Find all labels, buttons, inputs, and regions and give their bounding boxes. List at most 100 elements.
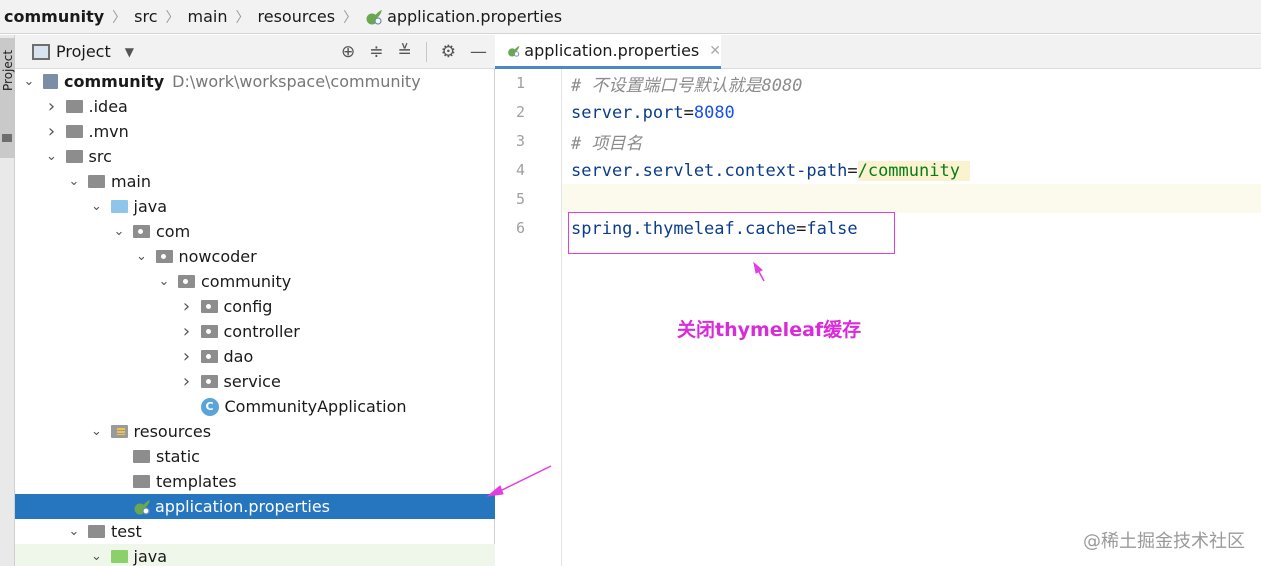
chevron-down-icon[interactable]: ⌄ (21, 74, 37, 89)
chevron-down-icon[interactable]: ⌄ (66, 524, 82, 539)
tree-item[interactable]: › controller (15, 319, 495, 344)
chevron-right-icon[interactable]: › (179, 321, 195, 342)
tree-item[interactable]: ⌄ resources (15, 419, 495, 444)
tree-item-label: java (133, 547, 168, 566)
chevron-right-icon[interactable]: › (179, 346, 195, 367)
tree-item[interactable]: › dao (15, 344, 495, 369)
collapse-all-icon[interactable]: ≚ (398, 42, 412, 62)
minimize-icon[interactable]: — (470, 42, 487, 62)
code-line[interactable]: server.servlet.context-path =/community (571, 156, 970, 185)
chevron-right-icon: 〉 (165, 9, 180, 26)
folder-icon (110, 200, 128, 213)
gear-icon[interactable]: ⚙ (441, 42, 456, 62)
tree-item-label: config (223, 297, 273, 316)
breadcrumb-label: src (134, 7, 158, 26)
spring-properties-icon (134, 499, 150, 515)
tree-item[interactable]: application.properties (15, 494, 495, 519)
code-token: = (683, 102, 694, 123)
chevron-right-icon: 〉 (112, 9, 127, 26)
close-icon[interactable]: ✕ (709, 43, 721, 59)
project-tool-tab[interactable]: Project (0, 38, 15, 158)
code-token: # 项目名 (571, 134, 643, 154)
chevron-right-icon[interactable]: › (44, 121, 60, 142)
tree-item-label: service (223, 372, 281, 391)
chevron-down-icon[interactable]: ⌄ (156, 274, 172, 289)
chevron-down-icon[interactable]: ⌄ (89, 424, 105, 439)
tree-item[interactable]: ⌄ test (15, 519, 495, 544)
chevron-down-icon[interactable]: ⌄ (134, 249, 150, 264)
chevron-down-icon[interactable]: ▼ (125, 45, 134, 59)
project-panel-header: Project ▼ ⊕ ≑ ≚ ⚙ — (15, 35, 495, 69)
breadcrumb-item[interactable]: main (188, 7, 228, 26)
tree-item-label: community (201, 272, 292, 291)
line-number: 6 (515, 219, 525, 237)
project-panel-title[interactable]: Project (56, 42, 111, 61)
line-number: 2 (515, 103, 525, 121)
tree-item-label: controller (223, 322, 300, 341)
expand-all-icon[interactable]: ≑ (369, 42, 383, 62)
chevron-right-icon[interactable]: › (179, 371, 195, 392)
chevron-down-icon[interactable]: ⌄ (89, 549, 105, 564)
tree-item[interactable]: C CommunityApplication (15, 394, 495, 419)
folder-icon (2, 134, 12, 142)
editor-tab-bar: application.properties ✕ (495, 35, 1261, 69)
folder-icon (133, 475, 150, 488)
chevron-right-icon[interactable]: › (44, 96, 60, 117)
chevron-right-icon: 〉 (235, 9, 250, 26)
code-line[interactable]: server.port = 8080 (571, 98, 735, 127)
chevron-down-icon[interactable]: ⌄ (44, 149, 60, 164)
code-token: /community (857, 160, 970, 181)
tree-item-label: .mvn (88, 122, 129, 141)
breadcrumb-item[interactable]: application.properties (365, 7, 562, 26)
toolbar-divider (425, 42, 427, 62)
chevron-down-icon[interactable]: ⌄ (111, 224, 127, 239)
tree-item[interactable]: ⌄ com (15, 219, 495, 244)
project-panel: Project ▼ ⊕ ≑ ≚ ⚙ — ⌄ community D:\work\wo… (15, 35, 495, 566)
locate-icon[interactable]: ⊕ (341, 42, 355, 62)
tree-item[interactable]: › service (15, 369, 495, 394)
tree-item[interactable]: › .mvn (15, 119, 495, 144)
tree-item[interactable]: ⌄ java (15, 544, 495, 566)
annotation-highlight-box (568, 212, 895, 254)
tree-item-label: dao (223, 347, 254, 366)
breadcrumb-label: application.properties (387, 7, 563, 26)
tree-item[interactable]: ⌄ src (15, 144, 495, 169)
tree-item[interactable]: static (15, 444, 495, 469)
code-token: server.servlet.context-path (571, 160, 848, 181)
code-token: server.port (571, 102, 684, 123)
folder-icon (65, 100, 83, 113)
chevron-right-icon: 〉 (343, 9, 358, 26)
tree-item[interactable]: ⌄ java (15, 194, 495, 219)
tree-item[interactable]: ⌄ community (15, 269, 495, 294)
tree-item[interactable]: › config (15, 294, 495, 319)
spring-properties-icon (366, 9, 383, 25)
chevron-down-icon[interactable]: ⌄ (89, 199, 105, 214)
chevron-right-icon[interactable]: › (179, 296, 195, 317)
folder-icon (88, 525, 105, 538)
tree-item[interactable]: ⌄ main (15, 169, 495, 194)
folder-icon (133, 450, 150, 463)
tree-item[interactable]: ⌄ nowcoder (15, 244, 495, 269)
breadcrumb-label: community (4, 7, 105, 26)
code-token: # 不设置端口号默认就是8080 (571, 76, 803, 96)
code-line[interactable]: # 不设置端口号默认就是8080 (571, 69, 802, 98)
package-icon (178, 275, 195, 288)
code-token: 8080 (693, 102, 735, 123)
breadcrumb-item[interactable]: resources (258, 7, 336, 26)
tree-item-label: CommunityApplication (224, 397, 407, 416)
spring-properties-icon (508, 45, 520, 57)
project-tool-label: Project (1, 49, 15, 91)
code-editor[interactable]: # 不设置端口号默认就是8080 server.port = 8080 # 项目名 ser… (563, 69, 1261, 566)
tree-item[interactable]: ⌄ community D:\work\workspace\community (15, 69, 495, 94)
breadcrumb-item[interactable]: src (134, 7, 157, 26)
annotation-text: 关闭thymeleaf缓存 (677, 319, 862, 341)
tab-application-properties[interactable]: application.properties ✕ (495, 35, 721, 69)
code-line[interactable]: # 项目名 (571, 127, 642, 156)
tree-item[interactable]: templates (15, 469, 495, 494)
tree-item-label: .idea (88, 97, 128, 116)
breadcrumb-item[interactable]: community (4, 7, 104, 26)
module-icon (43, 74, 58, 89)
chevron-down-icon[interactable]: ⌄ (66, 174, 82, 189)
folder-icon (110, 425, 128, 438)
tree-item[interactable]: › .idea (15, 94, 495, 119)
